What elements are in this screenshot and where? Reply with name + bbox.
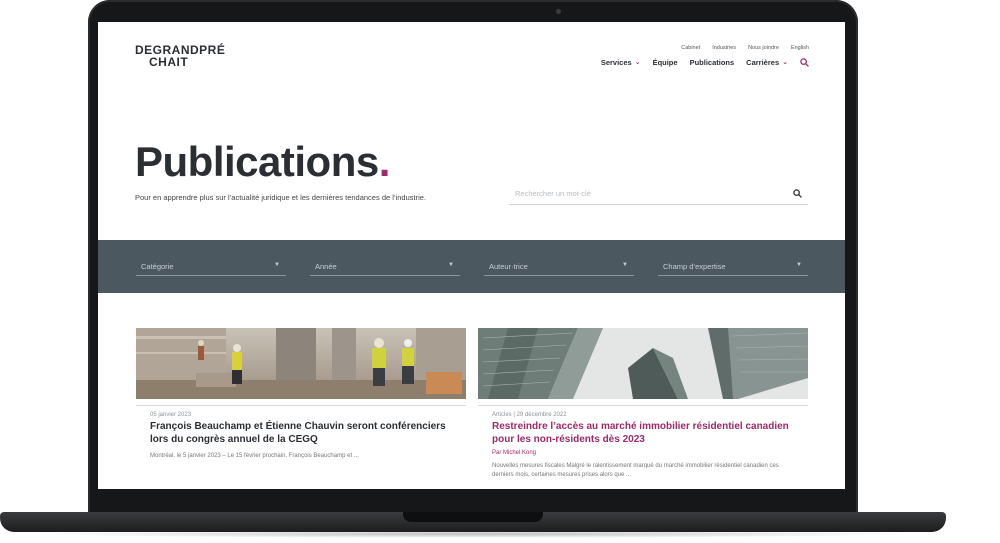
- nav-item-label: Services: [600, 58, 632, 67]
- filter-auteur[interactable]: Auteur·trice ▼: [484, 258, 634, 276]
- caret-down-icon: ▼: [622, 262, 628, 268]
- chevron-down-icon: ⌄: [782, 58, 788, 66]
- nav-item-services[interactable]: Services ⌄: [601, 58, 641, 67]
- search-input[interactable]: [509, 183, 808, 204]
- nav-link-cabinet[interactable]: Cabinet: [681, 45, 700, 51]
- nav-item-equipe[interactable]: Équipe: [653, 58, 678, 67]
- card-divider: [136, 405, 466, 406]
- construction-site-photo: [136, 328, 466, 399]
- camera-dot: [556, 9, 561, 14]
- caret-down-icon: ▼: [274, 262, 280, 268]
- card-excerpt: Nouvelles mesures fiscales Malgré le ral…: [492, 463, 779, 478]
- card-divider: [478, 405, 808, 406]
- keyword-search: [509, 183, 808, 205]
- filter-label: Champ d’expertise: [663, 262, 726, 271]
- logo-line-2: CHAIT: [149, 55, 189, 69]
- page-title: Publications.: [135, 138, 390, 186]
- card-date: 05 janvier 2023: [150, 412, 192, 418]
- card-category-date: Articles | 29 décembre 2022: [492, 412, 567, 418]
- browser-screen: DEGRANDPRÉ CHAIT Cabinet Industries Nous…: [98, 22, 845, 489]
- card-excerpt: Montréal, le 5 janvier 2023 – Le 15 févr…: [150, 453, 359, 459]
- nav-link-industries[interactable]: Industries: [712, 45, 736, 51]
- card-image-skyscrapers: [478, 328, 808, 399]
- chevron-down-icon: ⌄: [634, 58, 641, 66]
- caret-down-icon: ▼: [796, 262, 802, 268]
- search-icon[interactable]: [800, 58, 809, 67]
- laptop-notch: [403, 512, 543, 522]
- filter-label: Année: [315, 262, 337, 271]
- publication-card[interactable]: Articles | 29 décembre 2022 Restreindre …: [478, 328, 808, 480]
- card-title[interactable]: Restreindre l’accès au marché immobilier…: [478, 421, 808, 446]
- main-nav: Services ⌄ Équipe Publications Carrières…: [601, 58, 809, 67]
- nav-item-label: Équipe: [652, 58, 678, 67]
- filter-label: Catégorie: [141, 262, 174, 271]
- card-title[interactable]: François Beauchamp et Étienne Chauvin se…: [136, 421, 466, 446]
- filter-champ-expertise[interactable]: Champ d’expertise ▼: [658, 258, 808, 276]
- nav-item-label: Carrières: [746, 58, 780, 67]
- nav-item-label: Publications: [689, 58, 735, 67]
- search-icon[interactable]: [793, 189, 802, 198]
- nav-link-contact[interactable]: Nous joindre: [748, 45, 779, 51]
- caret-down-icon: ▼: [448, 262, 454, 268]
- card-author[interactable]: Par Michel Kong: [478, 450, 808, 456]
- page-title-text: Publications: [135, 138, 379, 185]
- publication-card[interactable]: 05 janvier 2023 François Beauchamp et Ét…: [136, 328, 466, 461]
- card-image-construction: [136, 328, 466, 399]
- site-logo[interactable]: DEGRANDPRÉ CHAIT: [135, 44, 225, 68]
- nav-item-publications[interactable]: Publications: [690, 58, 735, 67]
- filter-bar: Catégorie ▼ Année ▼ Auteur·trice ▼ Champ…: [98, 240, 845, 293]
- title-accent-dot: .: [378, 138, 391, 185]
- filter-annee[interactable]: Année ▼: [310, 258, 460, 276]
- filter-label: Auteur·trice: [489, 262, 528, 271]
- skyscrapers-photo: [478, 328, 808, 399]
- nav-item-carrieres[interactable]: Carrières ⌄: [746, 58, 788, 67]
- utility-nav: Cabinet Industries Nous joindre English: [681, 45, 809, 51]
- page-subtitle: Pour en apprendre plus sur l’actualité j…: [135, 193, 427, 202]
- filter-categorie[interactable]: Catégorie ▼: [136, 258, 286, 276]
- nav-link-english[interactable]: English: [791, 45, 809, 51]
